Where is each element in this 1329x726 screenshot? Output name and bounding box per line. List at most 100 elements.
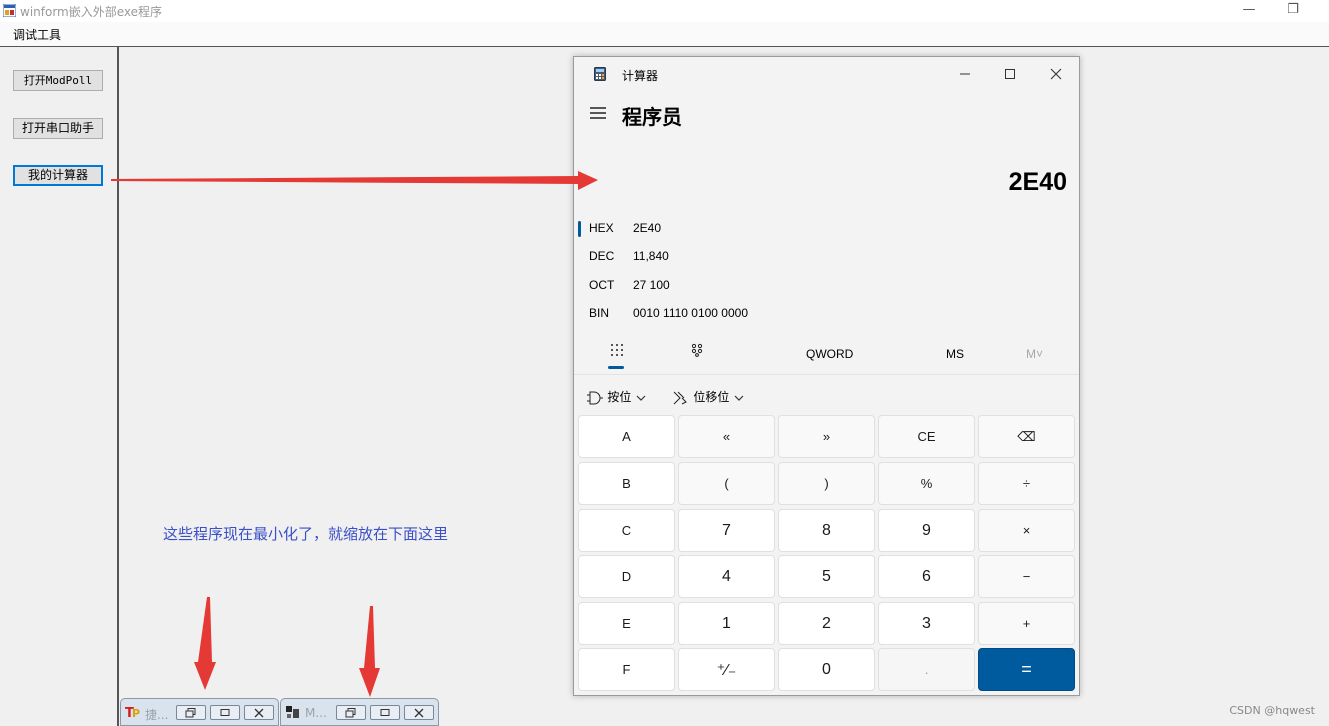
bitwise-label: 按位	[607, 390, 632, 404]
calc-minimize-button[interactable]	[953, 65, 977, 83]
key-a[interactable]: A	[578, 415, 675, 458]
base-value: 11,840	[633, 249, 669, 263]
chevron-down-icon	[636, 395, 646, 401]
key-add[interactable]: +	[978, 602, 1075, 645]
bit-shift-menu[interactable]: 位移位	[672, 388, 745, 406]
hex-selected-indicator	[578, 221, 581, 237]
key-0[interactable]: 0	[778, 648, 875, 691]
chevron-down-icon	[734, 395, 744, 401]
maximize-icon	[1005, 69, 1015, 79]
hamburger-menu-icon[interactable]	[589, 106, 607, 120]
annotation-text: 这些程序现在最小化了，就缩放在下面这里	[163, 525, 449, 543]
mini-close-button[interactable]	[244, 705, 274, 720]
key-b[interactable]: B	[578, 462, 675, 505]
restore-icon	[345, 708, 356, 718]
arrow-to-calculator	[111, 171, 598, 190]
calculator-window: 计算器 程序员 2E40 HEX 2E40 DEC 11,840 OCT 27 …	[573, 56, 1080, 696]
key-e[interactable]: E	[578, 602, 675, 645]
bitwise-menu[interactable]: 按位	[586, 388, 647, 406]
key-right-shift[interactable]: »	[778, 415, 875, 458]
close-icon	[254, 708, 264, 718]
key-negate[interactable]: ⁺∕₋	[678, 648, 775, 691]
window-title: winform嵌入外部exe程序	[20, 5, 163, 19]
restore-icon: ❐	[1287, 2, 1299, 17]
minimize-icon	[960, 73, 970, 75]
minimized-window-title: 捷...	[145, 708, 169, 722]
calculator-app-icon	[594, 67, 606, 81]
key-multiply[interactable]: ×	[978, 509, 1075, 552]
key-4[interactable]: 4	[678, 555, 775, 598]
mini-maximize-button[interactable]	[370, 705, 400, 720]
minimize-icon: —	[1242, 2, 1256, 17]
mini-maximize-button[interactable]	[210, 705, 240, 720]
minimized-window-title: M...	[305, 706, 327, 720]
keypad-tabs: QWORD MS M˅	[574, 339, 1079, 375]
key-2[interactable]: 2	[778, 602, 875, 645]
window-titlebar: winform嵌入外部exe程序 — ❐	[0, 0, 1329, 22]
minimized-window-tp[interactable]: T P 捷...	[120, 698, 279, 726]
memory-store-button[interactable]: MS	[946, 347, 964, 361]
modpoll-app-icon	[286, 706, 299, 718]
key-clear-entry[interactable]: CE	[878, 415, 975, 458]
key-8[interactable]: 8	[778, 509, 875, 552]
key-3[interactable]: 3	[878, 602, 975, 645]
key-equals[interactable]: =	[978, 648, 1075, 691]
close-icon	[414, 708, 424, 718]
key-1[interactable]: 1	[678, 602, 775, 645]
base-value: 2E40	[633, 221, 662, 235]
memory-list-button[interactable]: M˅	[1026, 347, 1043, 361]
minimized-window-modpoll[interactable]: M...	[280, 698, 439, 726]
bit-shift-label: 位移位	[693, 390, 730, 404]
open-serial-assistant-button[interactable]: 打开串口助手	[13, 118, 103, 139]
restore-icon	[185, 708, 196, 718]
calc-close-button[interactable]	[1044, 65, 1068, 83]
watermark: CSDN @hqwest	[1229, 704, 1315, 717]
key-d[interactable]: D	[578, 555, 675, 598]
base-label: HEX	[589, 221, 614, 235]
calc-maximize-button[interactable]	[998, 65, 1022, 83]
open-modpoll-button[interactable]: 打开ModPoll	[13, 70, 103, 91]
menu-bar: 调试工具	[0, 22, 1329, 47]
key-left-shift[interactable]: «	[678, 415, 775, 458]
key-7[interactable]: 7	[678, 509, 775, 552]
minimize-button[interactable]: —	[1226, 0, 1272, 22]
mini-close-button[interactable]	[404, 705, 434, 720]
key-divide[interactable]: ÷	[978, 462, 1075, 505]
calculator-title: 计算器	[622, 69, 659, 83]
maximize-icon	[220, 709, 230, 716]
key-9[interactable]: 9	[878, 509, 975, 552]
key-6[interactable]: 6	[878, 555, 975, 598]
mini-restore-button[interactable]	[176, 705, 206, 720]
base-value: 27 100	[633, 278, 670, 292]
key-modulo[interactable]: %	[878, 462, 975, 505]
arrow-to-minimized-modpoll	[359, 606, 380, 697]
close-icon	[1050, 68, 1062, 80]
mini-restore-button[interactable]	[336, 705, 366, 720]
maximize-icon	[380, 709, 390, 716]
bit-shift-icon	[673, 391, 687, 405]
svg-text:P: P	[132, 707, 140, 719]
calculator-display: 2E40	[1008, 168, 1067, 196]
key-c[interactable]: C	[578, 509, 675, 552]
word-size-button[interactable]: QWORD	[806, 347, 853, 361]
base-value: 0010 1110 0100 0000	[633, 306, 749, 320]
base-label: BIN	[589, 306, 610, 320]
bit-toggle-keypad-icon[interactable]	[691, 343, 703, 357]
key-subtract[interactable]: −	[978, 555, 1075, 598]
bitwise-gate-icon	[587, 391, 603, 405]
arrow-to-minimized-tp	[194, 597, 216, 690]
base-label: DEC	[589, 249, 615, 263]
calculator-titlebar: 计算器	[574, 57, 1079, 90]
menu-debug-tools[interactable]: 调试工具	[13, 26, 61, 43]
key-close-paren[interactable]: )	[778, 462, 875, 505]
full-keypad-icon[interactable]	[610, 343, 624, 357]
base-label: OCT	[589, 278, 615, 292]
my-calculator-button[interactable]: 我的计算器	[13, 165, 103, 186]
key-decimal[interactable]: .	[878, 648, 975, 691]
restore-button[interactable]: ❐	[1270, 0, 1316, 22]
key-backspace[interactable]: ⌫	[978, 415, 1075, 458]
key-5[interactable]: 5	[778, 555, 875, 598]
key-open-paren[interactable]: (	[678, 462, 775, 505]
active-tab-indicator	[608, 366, 624, 369]
key-f[interactable]: F	[578, 648, 675, 691]
